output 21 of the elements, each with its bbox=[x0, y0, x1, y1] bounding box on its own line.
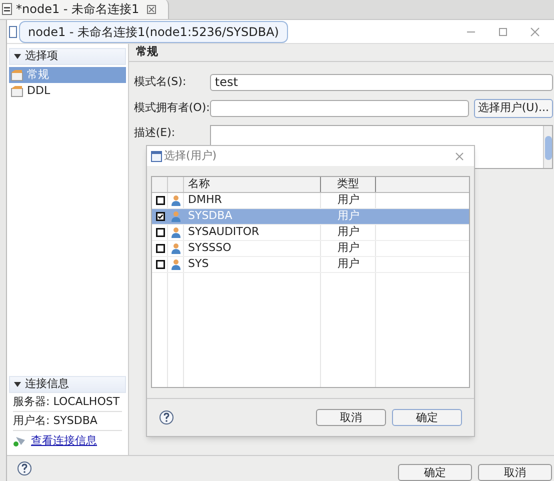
info-line: 用户名: SYSDBA bbox=[13, 412, 122, 431]
table-cell-text: 用户 bbox=[336, 208, 360, 224]
table-cell-text: 用户 bbox=[336, 240, 360, 256]
field-label: 模式名(S): bbox=[134, 74, 188, 90]
table-cell-text: 用户 bbox=[336, 224, 360, 240]
tab-title: *node1 - 未命名连接1 bbox=[16, 1, 140, 18]
table-cell-text: SYSDBA bbox=[187, 208, 234, 224]
table-cell-text: DMHR bbox=[187, 192, 223, 208]
dialog-title: 选择(用户) bbox=[164, 148, 217, 164]
window-title-tooltip: node1 - 未命名连接1(node1:5236/SYSDBA) bbox=[19, 20, 288, 42]
field-label: 描述(E): bbox=[134, 125, 176, 140]
info-line: 服务器: LOCALHOST bbox=[13, 393, 122, 412]
section-title: 连接信息 bbox=[25, 376, 69, 392]
field-label: 模式拥有者(O): bbox=[134, 100, 210, 116]
table-cell-text: 用户 bbox=[336, 256, 360, 272]
section-title: 选择项 bbox=[25, 48, 58, 64]
table-cell-text: SYS bbox=[187, 256, 210, 272]
table-cell-text: 用户 bbox=[336, 192, 360, 208]
table-cell-text: SYSAUDITOR bbox=[187, 224, 260, 240]
table-cell-text: SYSSSO bbox=[187, 240, 232, 256]
form-title: 常规 bbox=[136, 44, 158, 60]
